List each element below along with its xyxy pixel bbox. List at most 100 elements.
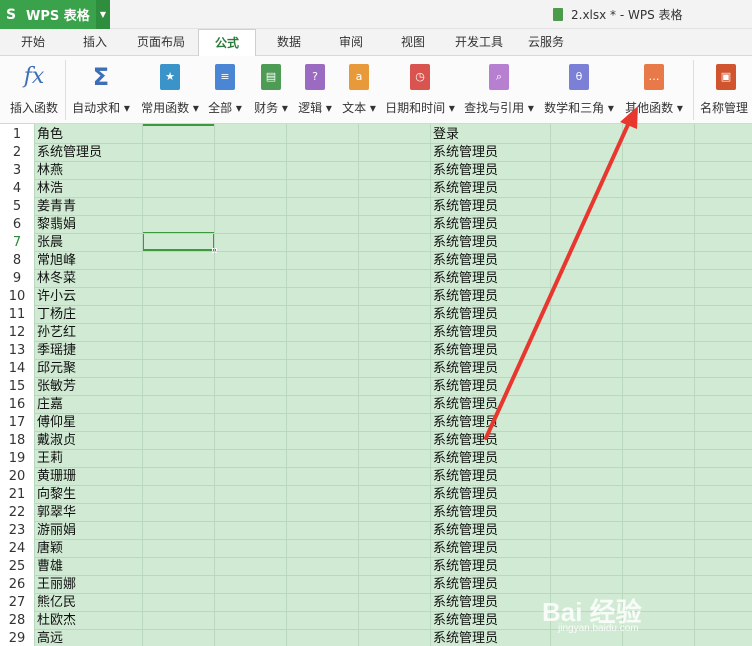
cell-login[interactable]: 系统管理员 bbox=[430, 216, 498, 234]
row-number[interactable]: 5 bbox=[0, 198, 34, 216]
row-number[interactable]: 19 bbox=[0, 450, 34, 468]
row-number[interactable]: 11 bbox=[0, 306, 34, 324]
cell-role[interactable]: 黄珊珊 bbox=[34, 468, 76, 486]
cell-login[interactable]: 系统管理员 bbox=[430, 522, 498, 540]
app-menu-button[interactable]: S WPS 表格 ▼ bbox=[0, 0, 110, 29]
lookup-reference-button[interactable]: ⌕ 查找与引用 ▾ bbox=[462, 62, 536, 118]
cell-role[interactable]: 庄嘉 bbox=[34, 396, 63, 414]
cell-login[interactable]: 系统管理员 bbox=[430, 342, 498, 360]
cell-login[interactable]: 系统管理员 bbox=[430, 540, 498, 558]
row-number[interactable]: 1 bbox=[0, 126, 34, 144]
row-number[interactable]: 4 bbox=[0, 180, 34, 198]
row-number[interactable]: 28 bbox=[0, 612, 34, 630]
row-number[interactable]: 25 bbox=[0, 558, 34, 576]
cell-login[interactable]: 系统管理员 bbox=[430, 594, 498, 612]
row-number[interactable]: 15 bbox=[0, 378, 34, 396]
cell-login[interactable]: 系统管理员 bbox=[430, 468, 498, 486]
tab-start[interactable]: 开始 bbox=[14, 29, 52, 56]
row-number[interactable]: 29 bbox=[0, 630, 34, 646]
cell-login[interactable]: 系统管理员 bbox=[430, 180, 498, 198]
cell-login[interactable]: 系统管理员 bbox=[430, 576, 498, 594]
row-number[interactable]: 9 bbox=[0, 270, 34, 288]
logic-button[interactable]: ? 逻辑 ▾ bbox=[294, 62, 336, 118]
row-number[interactable]: 12 bbox=[0, 324, 34, 342]
cell-role[interactable]: 王丽娜 bbox=[34, 576, 76, 594]
cell-login[interactable]: 系统管理员 bbox=[430, 360, 498, 378]
cell-role[interactable]: 张敏芳 bbox=[34, 378, 76, 396]
row-number[interactable]: 8 bbox=[0, 252, 34, 270]
cell-login[interactable]: 系统管理员 bbox=[430, 450, 498, 468]
cell-login[interactable]: 系统管理员 bbox=[430, 414, 498, 432]
cell-role[interactable]: 高远 bbox=[34, 630, 63, 646]
cell-role[interactable]: 季瑶捷 bbox=[34, 342, 76, 360]
row-number[interactable]: 3 bbox=[0, 162, 34, 180]
tab-cloud[interactable]: 云服务 bbox=[522, 29, 570, 56]
cell-role[interactable]: 张晨 bbox=[34, 234, 63, 252]
name-manager-button[interactable]: ▣ 名称管理 bbox=[700, 62, 752, 118]
cell-login[interactable]: 登录 bbox=[430, 126, 459, 144]
row-number[interactable]: 17 bbox=[0, 414, 34, 432]
text-functions-button[interactable]: a 文本 ▾ bbox=[338, 62, 380, 118]
tab-review[interactable]: 审阅 bbox=[332, 29, 370, 56]
cell-login[interactable]: 系统管理员 bbox=[430, 288, 498, 306]
cell-login[interactable]: 系统管理员 bbox=[430, 198, 498, 216]
tab-developer[interactable]: 开发工具 bbox=[450, 29, 508, 56]
selected-cell[interactable] bbox=[142, 232, 217, 253]
row-number[interactable]: 18 bbox=[0, 432, 34, 450]
cell-login[interactable]: 系统管理员 bbox=[430, 306, 498, 324]
row-number[interactable]: 24 bbox=[0, 540, 34, 558]
cell-role[interactable]: 王莉 bbox=[34, 450, 63, 468]
cell-role[interactable]: 熊亿民 bbox=[34, 594, 76, 612]
cell-login[interactable]: 系统管理员 bbox=[430, 486, 498, 504]
row-number[interactable]: 7 bbox=[0, 234, 34, 252]
cell-role[interactable]: 林燕 bbox=[34, 162, 63, 180]
row-number[interactable]: 26 bbox=[0, 576, 34, 594]
row-number[interactable]: 20 bbox=[0, 468, 34, 486]
cell-role[interactable]: 向黎生 bbox=[34, 486, 76, 504]
cell-login[interactable]: 系统管理员 bbox=[430, 432, 498, 450]
other-functions-button[interactable]: … 其他函数 ▾ bbox=[622, 62, 686, 118]
cell-role[interactable]: 角色 bbox=[34, 126, 63, 144]
cell-role[interactable]: 黎翡娟 bbox=[34, 216, 76, 234]
cell-role[interactable]: 唐颖 bbox=[34, 540, 63, 558]
cell-role[interactable]: 许小云 bbox=[34, 288, 76, 306]
date-time-button[interactable]: ◷ 日期和时间 ▾ bbox=[384, 62, 456, 118]
row-number[interactable]: 2 bbox=[0, 144, 34, 162]
cell-role[interactable]: 丁杨庄 bbox=[34, 306, 76, 324]
math-trig-button[interactable]: θ 数学和三角 ▾ bbox=[542, 62, 616, 118]
cell-login[interactable]: 系统管理员 bbox=[430, 234, 498, 252]
cell-login[interactable]: 系统管理员 bbox=[430, 378, 498, 396]
cell-role[interactable]: 邱元聚 bbox=[34, 360, 76, 378]
cell-role[interactable]: 林冬菜 bbox=[34, 270, 76, 288]
spreadsheet-grid[interactable]: 1 2 3 4 5 6 7 8 9 10 11 12 13 14 15 16 17 18 19 20 21 22 23 24 2… bbox=[0, 124, 752, 646]
cell-role[interactable]: 孙艺红 bbox=[34, 324, 76, 342]
cell-login[interactable]: 系统管理员 bbox=[430, 144, 498, 162]
autosum-button[interactable]: Σ 自动求和 ▾ bbox=[70, 62, 132, 118]
tab-view[interactable]: 视图 bbox=[394, 29, 432, 56]
tab-data[interactable]: 数据 bbox=[270, 29, 308, 56]
cell-login[interactable]: 系统管理员 bbox=[430, 252, 498, 270]
cell-role[interactable]: 戴淑贞 bbox=[34, 432, 76, 450]
row-number[interactable]: 10 bbox=[0, 288, 34, 306]
cell-login[interactable]: 系统管理员 bbox=[430, 504, 498, 522]
row-number[interactable]: 14 bbox=[0, 360, 34, 378]
cell-login[interactable]: 系统管理员 bbox=[430, 558, 498, 576]
cell-role[interactable]: 游丽娟 bbox=[34, 522, 76, 540]
cell-login[interactable]: 系统管理员 bbox=[430, 630, 498, 646]
tab-formula[interactable]: 公式 bbox=[198, 29, 256, 57]
cell-login[interactable]: 系统管理员 bbox=[430, 396, 498, 414]
row-number[interactable]: 13 bbox=[0, 342, 34, 360]
cell-login[interactable]: 系统管理员 bbox=[430, 162, 498, 180]
cell-role[interactable]: 林浩 bbox=[34, 180, 63, 198]
cell-role[interactable]: 曹雄 bbox=[34, 558, 63, 576]
cell-login[interactable]: 系统管理员 bbox=[430, 612, 498, 630]
chevron-down-icon[interactable]: ▼ bbox=[96, 0, 110, 29]
cell-login[interactable]: 系统管理员 bbox=[430, 270, 498, 288]
row-number[interactable]: 21 bbox=[0, 486, 34, 504]
common-functions-button[interactable]: ★ 常用函数 ▾ bbox=[140, 62, 200, 118]
tab-page-layout[interactable]: 页面布局 bbox=[132, 29, 190, 56]
cell-role[interactable]: 杜欧杰 bbox=[34, 612, 76, 630]
row-number[interactable]: 23 bbox=[0, 522, 34, 540]
row-number[interactable]: 27 bbox=[0, 594, 34, 612]
row-number[interactable]: 6 bbox=[0, 216, 34, 234]
